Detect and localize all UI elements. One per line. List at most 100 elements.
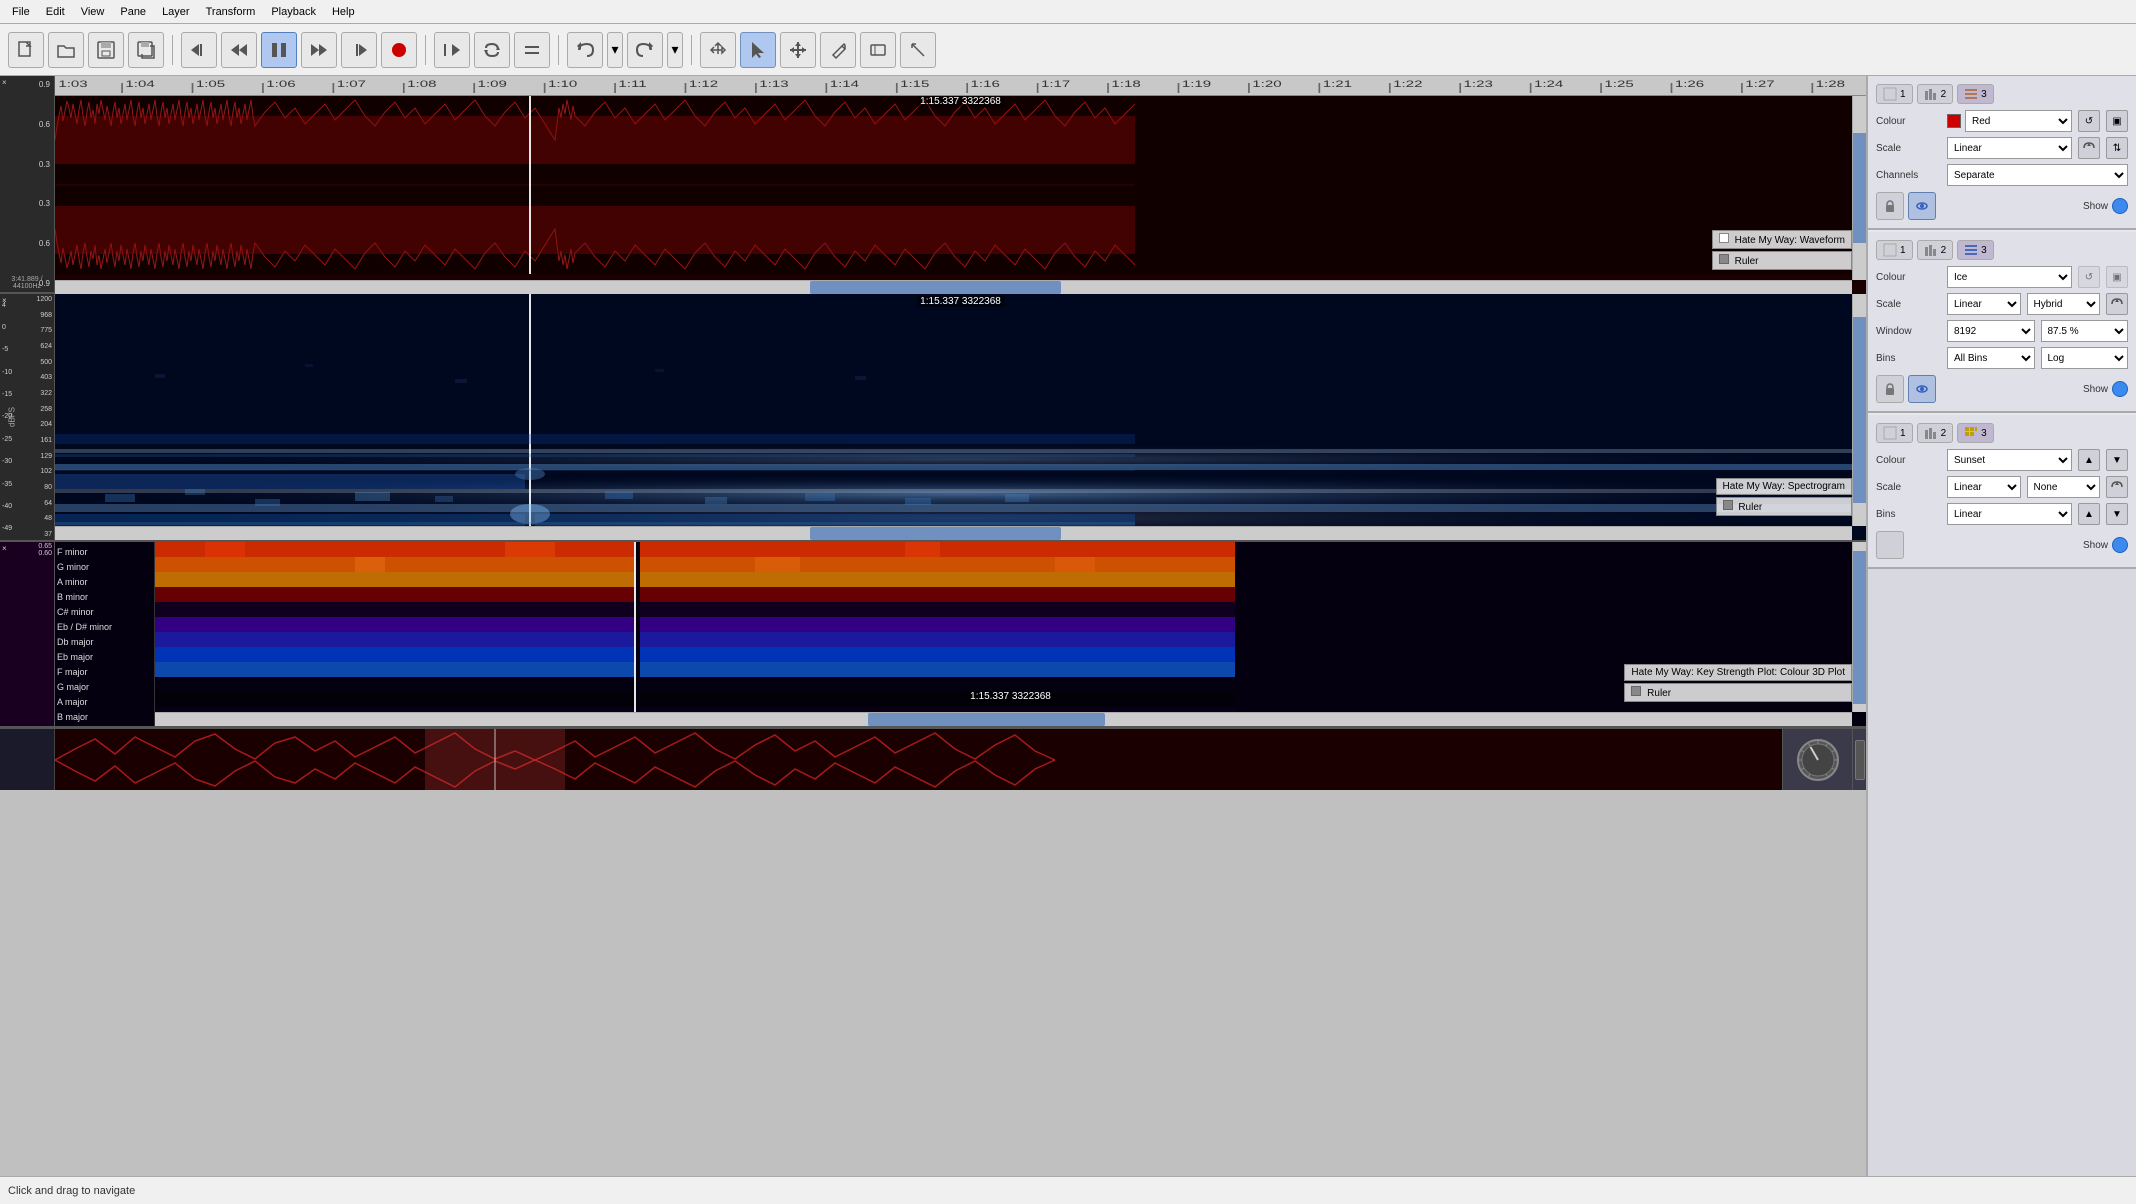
bins-select-2b[interactable]: Log — [2041, 347, 2129, 369]
panel3-tab-3[interactable]: 3 — [1957, 423, 1994, 443]
scale-refresh-2[interactable] — [2106, 293, 2128, 315]
track1-close[interactable]: × — [2, 78, 7, 87]
panel2-lock-btn[interactable] — [1876, 375, 1904, 403]
menu-help[interactable]: Help — [324, 4, 363, 20]
menu-playback[interactable]: Playback — [263, 4, 324, 20]
channels-select-1[interactable]: Separate — [1947, 164, 2128, 186]
right-ctrl[interactable] — [1852, 729, 1866, 790]
panel3-lock-btn[interactable] — [1876, 531, 1904, 559]
colour-select-2[interactable]: Ice — [1947, 266, 2072, 288]
panel1-lock-btn[interactable] — [1876, 192, 1904, 220]
colour-refresh-2[interactable]: ↺ — [2078, 266, 2100, 288]
loop-start-button[interactable] — [434, 32, 470, 68]
redo-button[interactable] — [627, 32, 663, 68]
panel3-tab-2[interactable]: 2 — [1917, 423, 1954, 443]
vscroll-1[interactable] — [1852, 96, 1866, 280]
loop-button[interactable] — [474, 32, 510, 68]
panel3-show-indicator[interactable] — [2112, 537, 2128, 553]
scale-refresh-1[interactable] — [2078, 137, 2100, 159]
panel2-tab-3[interactable]: 3 — [1957, 240, 1994, 260]
panel1-show-indicator[interactable] — [2112, 198, 2128, 214]
menu-transform[interactable]: Transform — [198, 4, 264, 20]
panel1-tab-2[interactable]: 2 — [1917, 84, 1954, 104]
statusbar: Click and drag to navigate — [0, 1176, 2136, 1204]
bins-select-2a[interactable]: All Bins — [1947, 347, 2035, 369]
waveform-canvas[interactable]: 1:03 1:04 1:05 1:06 1:07 1:08 — [55, 76, 1866, 294]
vscroll-thumb-2[interactable] — [1853, 317, 1866, 503]
select-tool[interactable] — [740, 32, 776, 68]
vscroll-thumb-1[interactable] — [1853, 133, 1866, 243]
vscroll-2[interactable] — [1852, 294, 1866, 526]
right-slider[interactable] — [1855, 740, 1865, 780]
vscroll-3[interactable] — [1852, 542, 1866, 712]
bins-select-3[interactable]: Linear — [1947, 503, 2072, 525]
bins-down-3[interactable]: ▼ — [2106, 503, 2128, 525]
move-tool[interactable] — [780, 32, 816, 68]
hscroll-thumb-2[interactable] — [810, 527, 1062, 540]
measure-tool[interactable] — [900, 32, 936, 68]
colour-select-3[interactable]: Sunset — [1947, 449, 2072, 471]
panel2-tab-2[interactable]: 2 — [1917, 240, 1954, 260]
save-as-button[interactable] — [128, 32, 164, 68]
panel1-tab-1[interactable]: 1 — [1876, 84, 1913, 104]
hscroll-1[interactable] — [55, 280, 1852, 294]
hscroll-2[interactable] — [55, 526, 1852, 540]
colour-up-3[interactable]: ▲ — [2078, 449, 2100, 471]
save-button[interactable] — [88, 32, 124, 68]
scale-select-3a[interactable]: Linear — [1947, 476, 2021, 498]
shuffle-button[interactable] — [514, 32, 550, 68]
key-labels-panel: F minor G minor A minor B minor C# minor… — [55, 542, 155, 726]
new-button[interactable] — [8, 32, 44, 68]
volume-knob[interactable] — [1793, 735, 1843, 785]
db-25: -25 — [2, 436, 18, 443]
end-button[interactable] — [341, 32, 377, 68]
panel3-tab-1[interactable]: 1 — [1876, 423, 1913, 443]
record-button[interactable] — [381, 32, 417, 68]
hscroll-thumb-3[interactable] — [868, 713, 1106, 726]
hscroll-3[interactable] — [155, 712, 1852, 726]
step-back-button[interactable] — [221, 32, 257, 68]
vscroll-thumb-3[interactable] — [1853, 551, 1866, 704]
menu-view[interactable]: View — [73, 4, 113, 20]
colour-edit-1[interactable]: ▣ — [2106, 110, 2128, 132]
scale-select-2a[interactable]: Linear — [1947, 293, 2021, 315]
track3-close[interactable]: × — [2, 544, 7, 553]
scale-arrow-1[interactable]: ⇅ — [2106, 137, 2128, 159]
play-pause-button[interactable] — [261, 32, 297, 68]
colour-select-1[interactable]: Red — [1965, 110, 2072, 132]
redo-dropdown[interactable]: ▾ — [667, 32, 683, 68]
panel2-eye-btn[interactable] — [1908, 375, 1936, 403]
panel2-show-indicator[interactable] — [2112, 381, 2128, 397]
menu-pane[interactable]: Pane — [112, 4, 154, 20]
spectrogram-canvas[interactable]: Hate My Way: Spectrogram Ruler 1:15.337 … — [55, 294, 1866, 540]
window-select-2[interactable]: 87.5 % — [2041, 320, 2129, 342]
hscroll-thumb-1[interactable] — [810, 281, 1062, 294]
scale-select-3b[interactable]: None — [2027, 476, 2101, 498]
open-button[interactable] — [48, 32, 84, 68]
toolbar: ▾ ▾ — [0, 24, 2136, 76]
colour-edit-2[interactable]: ▣ — [2106, 266, 2128, 288]
pan-tool[interactable] — [700, 32, 736, 68]
colour-refresh-1[interactable]: ↺ — [2078, 110, 2100, 132]
keystrength-canvas[interactable]: Hate My Way: Key Strength Plot: Colour 3… — [155, 542, 1866, 726]
step-fwd-button[interactable] — [301, 32, 337, 68]
scale-select-2b[interactable]: Hybrid — [2027, 293, 2101, 315]
scale-refresh-3[interactable] — [2106, 476, 2128, 498]
draw-tool[interactable] — [820, 32, 856, 68]
erase-tool[interactable] — [860, 32, 896, 68]
menu-file[interactable]: File — [4, 4, 38, 20]
window-select-1[interactable]: 8192 — [1947, 320, 2035, 342]
undo-dropdown[interactable]: ▾ — [607, 32, 623, 68]
mini-waveform[interactable] — [55, 729, 1782, 790]
undo-button[interactable] — [567, 32, 603, 68]
panel1-tab-3[interactable]: 3 — [1957, 84, 1994, 104]
rewind-button[interactable] — [181, 32, 217, 68]
scale-select-1[interactable]: Linear — [1947, 137, 2072, 159]
panel1-scale-row: Scale Linear ⇅ — [1876, 137, 2128, 159]
menu-layer[interactable]: Layer — [154, 4, 198, 20]
panel2-tab-1[interactable]: 1 — [1876, 240, 1913, 260]
colour-down-3[interactable]: ▼ — [2106, 449, 2128, 471]
bins-up-3[interactable]: ▲ — [2078, 503, 2100, 525]
menu-edit[interactable]: Edit — [38, 4, 73, 20]
panel1-eye-btn[interactable] — [1908, 192, 1936, 220]
